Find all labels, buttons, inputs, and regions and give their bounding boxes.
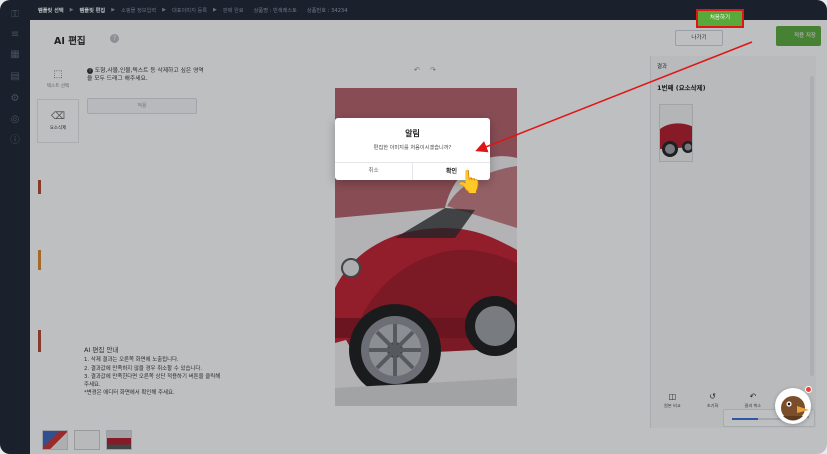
redo-icon[interactable]: ↷ [430, 66, 436, 74]
shield-icon[interactable]: ◎ [8, 113, 22, 127]
dialog-message: 편집한 이미지를 처음이시겠습니까? [373, 145, 452, 151]
exit-button[interactable]: 나가기 [675, 30, 723, 46]
notification-dot [805, 386, 812, 393]
dialog-title: 알림 [405, 129, 420, 138]
apply-erase-button[interactable]: 적용 [87, 98, 197, 114]
step-arrow-icon: ▶ [213, 7, 217, 13]
tool-erase-element[interactable]: ⌫ 요소삭제 [38, 100, 78, 142]
product-number: 상품번호 : 34234 [306, 7, 348, 14]
edit-guide: AI 편집 안내 1. 삭제 결과는 오른쪽 화면에 노출됩니다. 2. 결과값… [84, 346, 224, 398]
guide-line: 1. 삭제 결과는 오른쪽 화면에 노출됩니다. [84, 357, 179, 364]
compare-original-button[interactable]: ◫ 원본 비교 [664, 392, 681, 420]
reset-icon: ↺ [709, 392, 716, 401]
step-template-select[interactable]: 템플릿 선택 [38, 7, 64, 14]
thumbnail[interactable] [106, 430, 132, 450]
apply-save-button[interactable]: 적용 저장 [776, 26, 821, 46]
page-title: AI 편집 [54, 36, 86, 47]
thumbnail-strip [42, 430, 132, 450]
restart-button[interactable]: 처음하기 [696, 9, 744, 28]
info-icon: ! [87, 68, 93, 74]
undo-icon[interactable]: ↶ [414, 66, 420, 74]
instruction-text: ! 도형,사물,인물,텍스트 등 삭제하고 싶은 영역을 모두 드래그 해주세요… [87, 68, 204, 82]
chart-icon[interactable]: ▤ [8, 70, 22, 84]
guide-line: 2. 결과값에 만족하지 않을 경우 취소할 수 있습니다. [84, 365, 203, 372]
chat-mascot-button[interactable] [775, 388, 811, 424]
editor-workspace: AI 편집 ? 나가기 적용 저장 ⬚ 텍스트 선택 ⌫ 요소삭제 ! 도형,사… [30, 20, 827, 454]
help-icon[interactable]: ? [110, 34, 119, 43]
bird-mascot-icon [781, 396, 809, 421]
result-title: 결과 [657, 64, 668, 70]
side-rail: ⚿ ≡ ▦ ▤ ⚙ ◎ ⓘ [0, 0, 30, 454]
eraser-icon: ⌫ [50, 111, 66, 122]
menu-icon[interactable]: ≡ [8, 28, 22, 42]
step-arrow-icon: ▶ [69, 7, 74, 13]
compare-icon: ◫ [668, 392, 677, 401]
zoom-slider-fill [732, 418, 758, 420]
step-arrow-icon: ▶ [162, 7, 166, 13]
guide-line: 3. 결과값에 만족한다면 오른쪽 상단 적용하기 버튼을 클릭해 주세요. [84, 373, 221, 389]
undo-result-icon: ↶ [749, 392, 757, 401]
info-icon[interactable]: ⓘ [8, 134, 22, 148]
result-car-image [660, 105, 692, 161]
gear-icon[interactable]: ⚙ [8, 92, 22, 106]
tool-label: 요소삭제 [49, 126, 67, 131]
tool-column: ⬚ 텍스트 선택 ⌫ 요소삭제 [38, 58, 78, 148]
step-arrow-icon: ▶ [111, 7, 116, 13]
guide-line: *변경은 에디터 화면에서 확인해 주세요. [84, 390, 175, 397]
result-scrollbar[interactable] [810, 76, 814, 376]
tool-text-select[interactable]: ⬚ 텍스트 선택 [38, 58, 78, 100]
app-window: ⚿ ≡ ▦ ▤ ⚙ ◎ ⓘ 템플릿 선택 ▶ 템플릿 편집 ▶ 소핑몰 정보입력… [0, 0, 827, 454]
result-subtitle: 1번째 (요소삭제) [657, 84, 706, 92]
step-template-edit[interactable]: 템플릿 편집 [80, 7, 106, 14]
text-select-icon: ⬚ [53, 69, 63, 80]
result-thumbnail[interactable] [659, 104, 693, 162]
result-panel: 결과 1번째 (요소삭제) ◫ 원본 비교 ↺ 초기화 ↶ 결과 취소 [650, 56, 816, 428]
key-icon[interactable]: ⚿ [8, 8, 22, 22]
grid-icon[interactable]: ▦ [8, 48, 22, 62]
step-shop-info[interactable]: 소핑몰 정보입력 [121, 7, 156, 14]
guide-heading: AI 편집 안내 [84, 346, 119, 354]
thumbnail[interactable] [74, 430, 100, 450]
step-main-image[interactable]: 대표이미지 등록 [172, 7, 207, 14]
step-complete[interactable]: 판매 완료 [223, 7, 244, 14]
dialog-cancel-button[interactable]: 취소 [335, 163, 413, 180]
zoom-slider[interactable] [732, 418, 784, 420]
reset-button[interactable]: ↺ 초기화 [707, 392, 719, 420]
product-name: 상품명 : 빈색레스토 [253, 7, 297, 14]
tool-label: 텍스트 선택 [46, 84, 70, 89]
pointer-hand-icon: 👆 [456, 170, 484, 195]
thumbnail[interactable] [42, 430, 68, 450]
canvas-edge-marks [38, 180, 42, 360]
